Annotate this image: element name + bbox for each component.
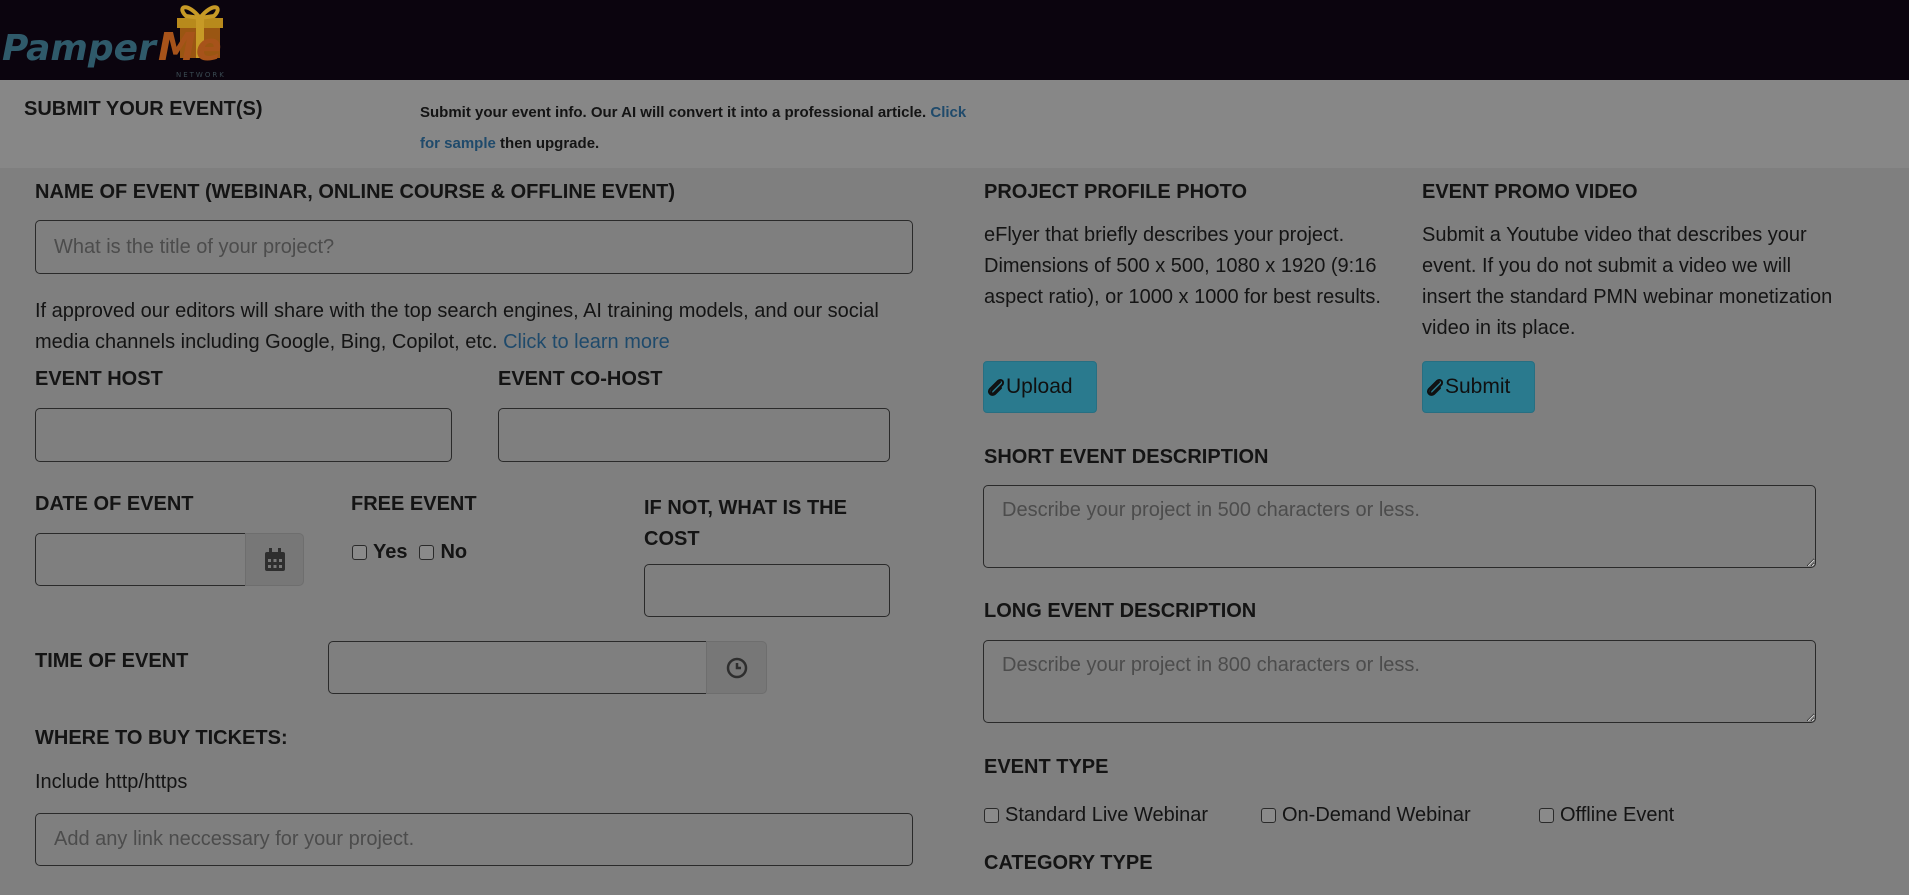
profile-photo-text: eFlyer that briefly describes your proje…	[984, 224, 1381, 308]
promo-video-text: Submit a Youtube video that describes yo…	[1422, 224, 1833, 339]
pamper-me-logo[interactable]: Pamper Me NETWORK	[0, 0, 245, 80]
event-cohost-label: EVENT CO-HOST	[498, 368, 663, 390]
event-type-option-label: Standard Live Webinar	[1005, 804, 1209, 826]
free-yes-label: Yes	[373, 541, 408, 563]
calendar-icon	[264, 547, 285, 571]
submit-video-button[interactable]: Submit	[1422, 361, 1535, 413]
date-picker-button[interactable]	[245, 533, 304, 586]
short-description-label: SHORT EVENT DESCRIPTION	[984, 446, 1269, 468]
promo-video-label: EVENT PROMO VIDEO	[1422, 181, 1638, 203]
intro-text-part2: then upgrade.	[500, 135, 600, 152]
event-type-option-offline[interactable]: Offline Event	[1539, 804, 1674, 827]
approval-text: If approved our editors will share with …	[35, 296, 915, 358]
category-type-label: CATEGORY TYPE	[984, 852, 1153, 874]
event-type-label: EVENT TYPE	[984, 756, 1109, 778]
free-event-label: FREE EVENT	[351, 493, 477, 515]
tickets-label: WHERE TO BUY TICKETS:	[35, 727, 288, 749]
tickets-hint: Include http/https	[35, 771, 188, 793]
intro-text: Submit your event info. Our AI will conv…	[420, 97, 980, 159]
event-date-input[interactable]	[35, 533, 246, 586]
free-no-label: No	[440, 541, 468, 563]
upload-button-label: Upload	[1006, 375, 1073, 398]
event-time-label: TIME OF EVENT	[35, 650, 189, 672]
brand-name-pamper: Pamper	[2, 28, 158, 69]
event-type-option-label: On-Demand Webinar	[1282, 804, 1471, 826]
approval-text-body: If approved our editors will share with …	[35, 300, 879, 353]
event-host-label: EVENT HOST	[35, 368, 163, 390]
event-type-checkbox[interactable]	[1261, 808, 1276, 823]
free-no-checkbox[interactable]	[419, 545, 435, 560]
page-title: SUBMIT YOUR EVENT(S)	[24, 98, 263, 120]
event-type-option-label: Offline Event	[1560, 804, 1675, 826]
intro-text-part1: Submit your event info. Our AI will conv…	[420, 104, 927, 121]
event-name-label: NAME OF EVENT (WEBINAR, ONLINE COURSE & …	[35, 181, 676, 203]
long-description-textarea[interactable]	[983, 640, 1816, 723]
event-type-checkbox[interactable]	[1539, 808, 1554, 823]
paperclip-icon	[987, 378, 1005, 396]
clock-icon	[726, 657, 747, 678]
short-description-textarea[interactable]	[983, 485, 1816, 568]
event-cost-label: IF NOT, WHAT IS THE COST	[644, 497, 847, 550]
event-type-option-standard[interactable]: Standard Live Webinar	[984, 804, 1208, 827]
event-date-label: DATE OF EVENT	[35, 493, 194, 515]
event-cost-input[interactable]	[644, 564, 890, 617]
learn-more-link[interactable]: Click to learn more	[503, 331, 670, 353]
event-host-input[interactable]	[35, 408, 452, 462]
upload-button[interactable]: Upload	[983, 361, 1097, 413]
event-type-checkbox[interactable]	[984, 808, 999, 823]
submit-video-button-label: Submit	[1445, 375, 1511, 398]
brand-name-me: Me	[158, 25, 222, 69]
event-cohost-input[interactable]	[498, 408, 890, 462]
free-yes-checkbox[interactable]	[352, 545, 367, 560]
long-description-label: LONG EVENT DESCRIPTION	[984, 600, 1257, 622]
event-name-input[interactable]	[35, 220, 913, 274]
time-picker-button[interactable]	[706, 641, 767, 694]
profile-photo-label: PROJECT PROFILE PHOTO	[984, 181, 1247, 203]
tickets-link-input[interactable]	[35, 813, 913, 866]
top-navigation-bar	[0, 0, 1909, 80]
paperclip-icon	[1426, 378, 1444, 396]
event-type-option-on-demand[interactable]: On-Demand Webinar	[1261, 804, 1471, 827]
free-event-options: Yes No	[352, 541, 467, 564]
brand-tagline: NETWORK	[176, 71, 226, 79]
event-time-input[interactable]	[328, 641, 707, 694]
